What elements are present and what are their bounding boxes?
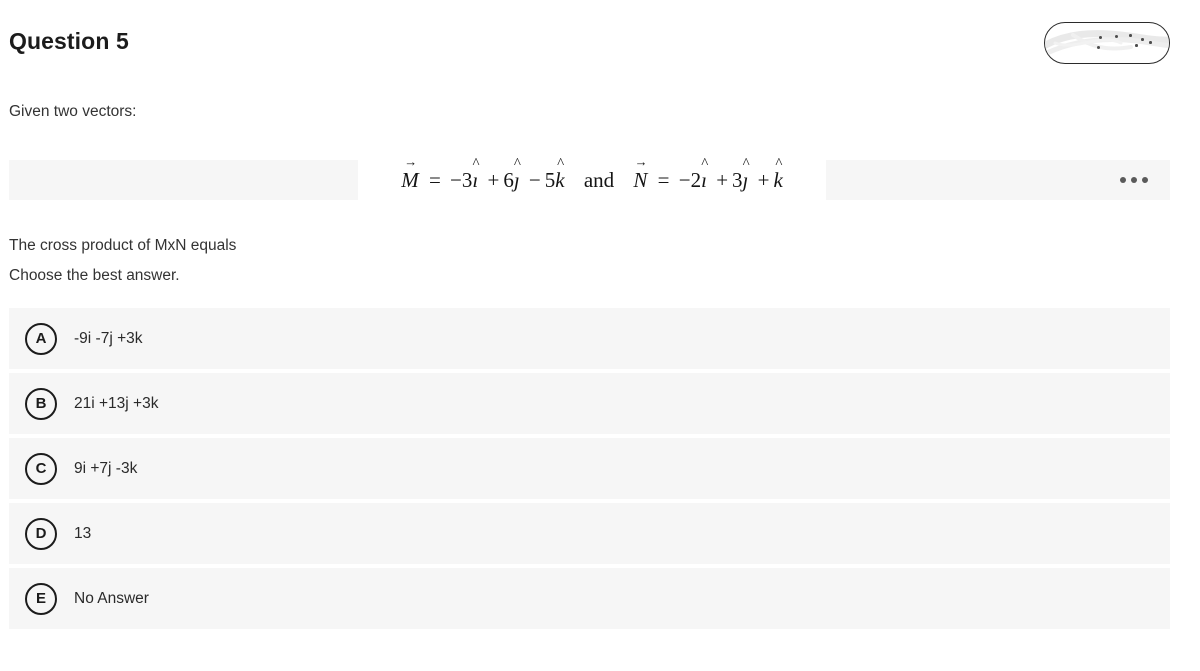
page-header: Question 5 <box>0 0 1200 86</box>
m-term2-sign: + <box>487 167 500 192</box>
m-term2-unit-j: ȷ <box>514 168 520 192</box>
vector-definitions-formula: M = −3ı +6ȷ −5k and N = −2ı +3ȷ +k <box>401 167 783 192</box>
page-title: Question 5 <box>9 28 129 54</box>
m-term2-num: 6 <box>503 167 514 192</box>
answer-options-list: A -9i -7j +3k B 21i +13j +3k C 9i +7j -3… <box>9 308 1170 633</box>
n-term2-sign: + <box>716 167 729 192</box>
option-text-c: 9i +7j -3k <box>74 459 138 477</box>
option-row-d[interactable]: D 13 <box>9 503 1170 564</box>
question-text: The cross product of MxN equals <box>9 237 237 254</box>
option-text-e: No Answer <box>74 589 149 607</box>
m-equals-sign: = <box>428 167 441 192</box>
intro-text: Given two vectors: <box>9 103 137 120</box>
question-prompt: The cross product of MxN equals Choose t… <box>9 231 236 291</box>
option-text-b: 21i +13j +3k <box>74 394 159 412</box>
vector-m-label: M <box>401 168 420 192</box>
option-letter-c: C <box>25 452 57 485</box>
n-term1-num: 2 <box>690 167 702 192</box>
option-letter-b: B <box>25 387 57 420</box>
option-row-c[interactable]: C 9i +7j -3k <box>9 438 1170 499</box>
m-term3-unit-k: k <box>555 168 564 192</box>
option-text-a: -9i -7j +3k <box>74 329 143 347</box>
m-term3-num: 5 <box>544 167 556 192</box>
n-term2-unit-j: ȷ <box>743 168 749 192</box>
m-term1-sign: − <box>450 167 462 192</box>
option-letter-e: E <box>25 582 57 615</box>
n-term3-unit-k: k <box>773 168 782 192</box>
option-row-e[interactable]: E No Answer <box>9 568 1170 629</box>
kebab-menu-icon[interactable] <box>1120 177 1148 183</box>
option-letter-a: A <box>25 322 57 355</box>
redacted-watermark-badge <box>1044 22 1170 64</box>
n-term1-unit-i: ı <box>701 168 707 192</box>
m-term1-unit-i: ı <box>472 168 478 192</box>
m-term1-num: 3 <box>461 167 473 192</box>
n-term1-sign: − <box>678 167 691 192</box>
vector-n-label: N <box>633 168 648 192</box>
formula-conjunction: and <box>583 167 615 192</box>
n-term3-sign: + <box>757 167 770 192</box>
n-term2-num: 3 <box>732 167 743 192</box>
question-page: Question 5 Given two vectors: M = −3ı <box>0 0 1200 671</box>
n-equals-sign: = <box>657 167 670 192</box>
option-text-d: 13 <box>74 524 92 542</box>
formula-strip: M = −3ı +6ȷ −5k and N = −2ı +3ȷ +k <box>9 160 1170 200</box>
option-letter-d: D <box>25 517 57 550</box>
formula-image-block: M = −3ı +6ȷ −5k and N = −2ı +3ȷ +k <box>358 160 826 200</box>
option-row-a[interactable]: A -9i -7j +3k <box>9 308 1170 369</box>
m-term3-sign: − <box>528 167 541 192</box>
instruction-text: Choose the best answer. <box>9 267 180 284</box>
option-row-b[interactable]: B 21i +13j +3k <box>9 373 1170 434</box>
